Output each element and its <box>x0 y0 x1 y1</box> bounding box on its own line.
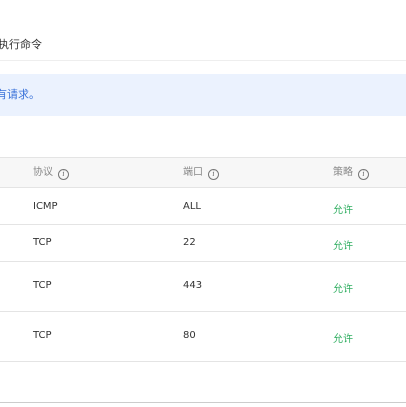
policy-cell: 允许 <box>333 334 353 345</box>
port-cell: 22 <box>183 237 196 248</box>
info-circle-icon[interactable]: i <box>58 169 69 180</box>
header-port-label: 端口 <box>183 167 203 178</box>
table-header-row: 协议 i 端口 i 策略 i <box>0 157 406 188</box>
protocol-cell: ICMP <box>33 201 58 212</box>
table-row: TCP 80 允许 <box>0 312 406 362</box>
info-banner: 有请求。 <box>0 74 406 116</box>
port-cell: 443 <box>183 280 203 291</box>
header-protocol: 协议 i <box>33 166 69 180</box>
info-banner-text: 有请求。 <box>0 88 40 101</box>
table-row: TCP 443 允许 <box>0 262 406 312</box>
header-port: 端口 i <box>183 166 219 180</box>
protocol-cell: TCP <box>33 280 52 291</box>
header-protocol-label: 协议 <box>33 167 53 178</box>
port-cell: ALL <box>183 201 201 212</box>
policy-cell: 允许 <box>333 241 353 252</box>
protocol-cell: TCP <box>33 330 52 341</box>
port-cell: 80 <box>183 330 196 341</box>
top-tab-bar: 执行命令 <box>0 0 406 61</box>
table-row: ICMP ALL 允许 <box>0 187 406 225</box>
table-row: TCP 22 允许 <box>0 225 406 262</box>
info-circle-icon[interactable]: i <box>358 169 369 180</box>
policy-cell: 允许 <box>333 205 353 216</box>
header-policy: 策略 i <box>333 166 369 180</box>
protocol-cell: TCP <box>33 237 52 248</box>
tab-exec-command[interactable]: 执行命令 <box>0 38 42 52</box>
info-circle-icon[interactable]: i <box>208 169 219 180</box>
security-rules-table: 协议 i 端口 i 策略 i ICMP ALL 允许 TCP 22 允许 TCP 44… <box>0 157 406 364</box>
bottom-divider <box>0 402 406 403</box>
policy-cell: 允许 <box>333 284 353 295</box>
header-policy-label: 策略 <box>333 167 353 178</box>
